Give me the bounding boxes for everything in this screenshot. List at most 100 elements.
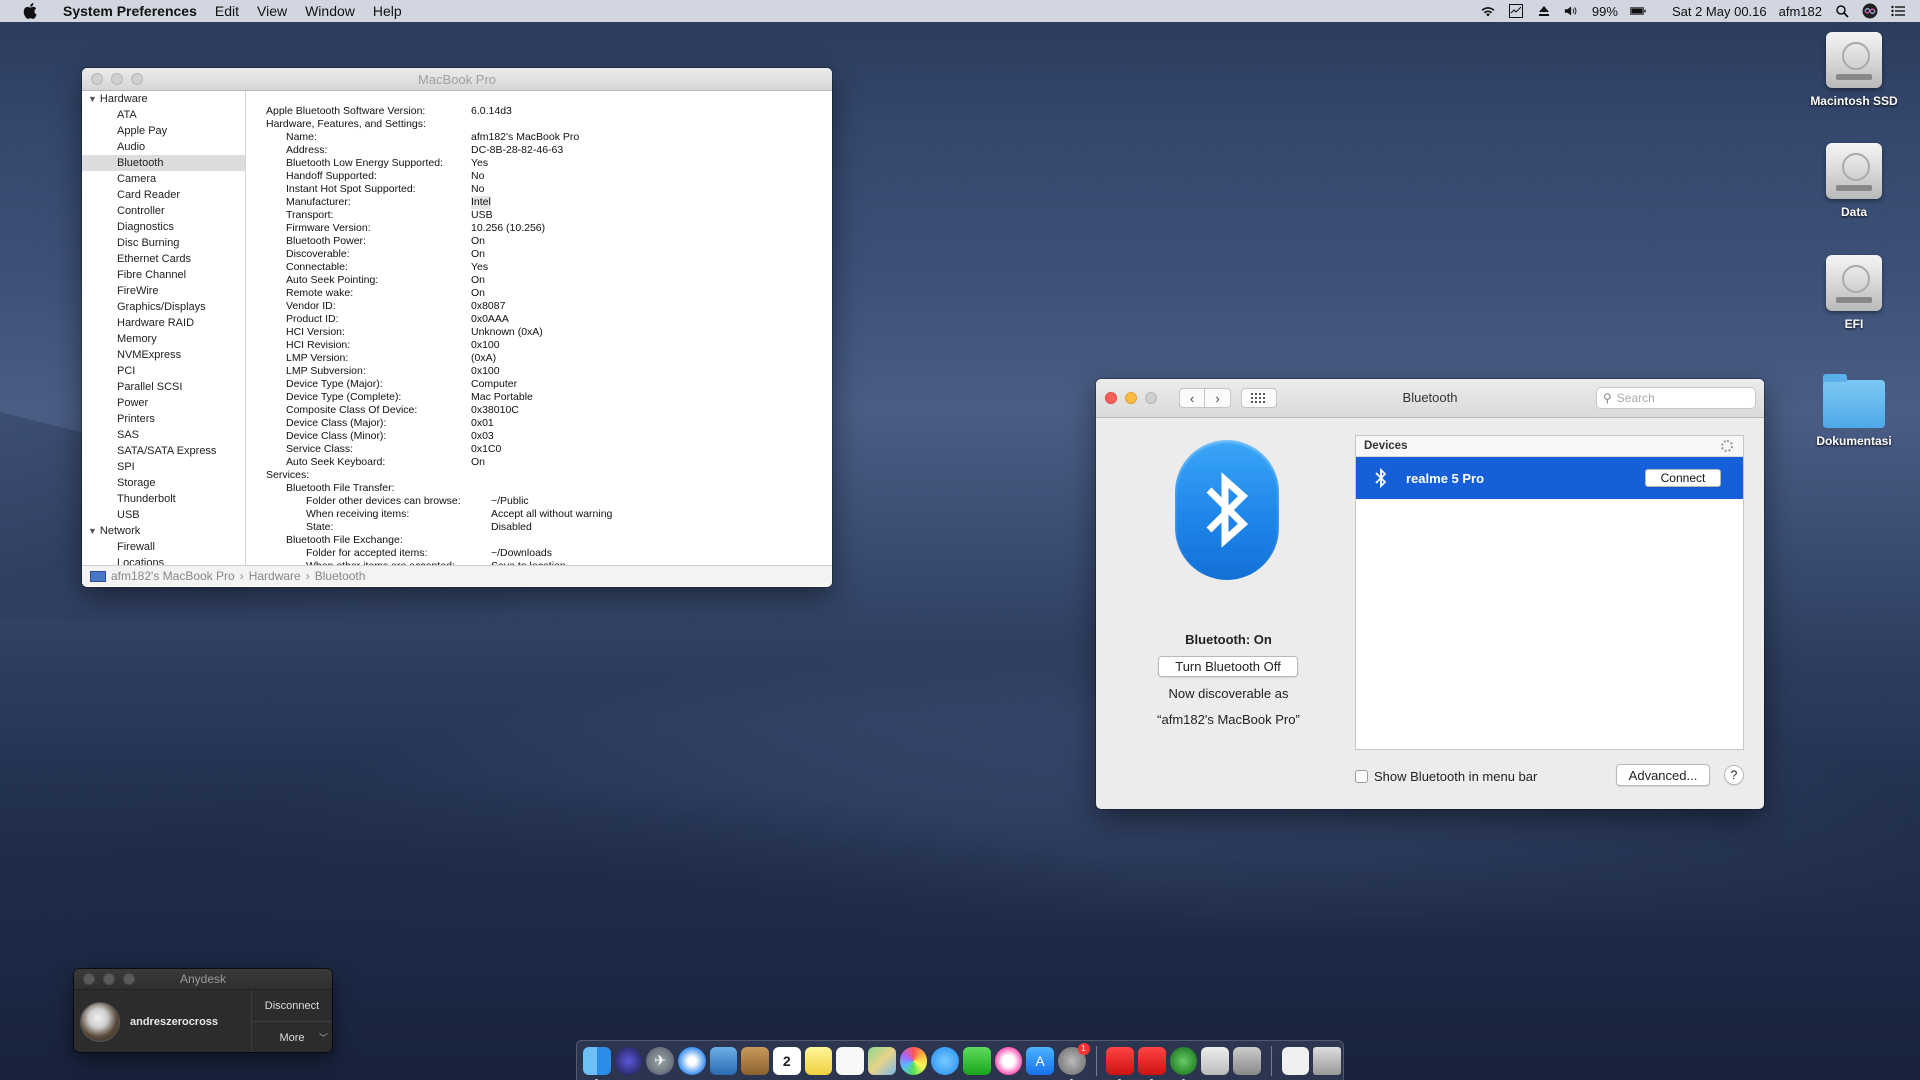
messages-icon[interactable]	[931, 1046, 959, 1075]
detail-value: Save to location	[491, 560, 566, 565]
sidebar-item-sas[interactable]: SAS	[82, 427, 245, 443]
preview-icon[interactable]	[709, 1046, 738, 1075]
calendar-icon[interactable]: 2	[772, 1046, 801, 1075]
siri-icon[interactable]	[614, 1046, 643, 1075]
reminders-icon[interactable]	[836, 1046, 864, 1075]
connect-button[interactable]: Connect	[1645, 469, 1721, 487]
contacts-icon[interactable]	[741, 1046, 769, 1075]
documents-stack-icon[interactable]	[1281, 1046, 1310, 1075]
minimize-button[interactable]	[103, 973, 115, 985]
zoom-button[interactable]	[123, 973, 135, 985]
wifi-icon[interactable]	[1480, 4, 1496, 18]
notification-center-icon[interactable]	[1890, 4, 1906, 18]
desktop-icon-dokumentasi[interactable]: Dokumentasi	[1799, 374, 1909, 448]
turn-bluetooth-off-button[interactable]: Turn Bluetooth Off	[1158, 656, 1298, 677]
close-button[interactable]	[83, 973, 95, 985]
disconnect-button[interactable]: Disconnect	[252, 990, 332, 1021]
eject-icon[interactable]	[1536, 4, 1552, 18]
sidebar-item-locations[interactable]: Locations	[82, 555, 245, 565]
sidebar-item-bluetooth[interactable]: Bluetooth	[82, 155, 245, 171]
breadcrumb-computer[interactable]: afm182's MacBook Pro	[111, 569, 235, 583]
desktop-icon-macintosh-ssd[interactable]: Macintosh SSD	[1799, 32, 1909, 108]
sidebar-item-firewall[interactable]: Firewall	[82, 539, 245, 555]
clock[interactable]: Sat 2 May 00.16	[1672, 4, 1767, 19]
script-editor-icon[interactable]	[1201, 1046, 1230, 1075]
show-in-menubar-checkbox[interactable]	[1355, 770, 1368, 783]
breadcrumb-hardware[interactable]: Hardware	[249, 569, 301, 583]
system-preferences-icon[interactable]: 1	[1057, 1042, 1090, 1080]
close-button[interactable]	[91, 73, 103, 85]
minimize-button[interactable]	[111, 73, 123, 85]
activity-monitor-icon[interactable]	[1169, 1046, 1198, 1080]
sidebar-group-hardware[interactable]: ▼ Hardware	[82, 91, 245, 107]
disclosure-triangle-icon[interactable]: ▼	[88, 526, 97, 536]
zoom-button[interactable]	[131, 73, 143, 85]
sidebar-item-audio[interactable]: Audio	[82, 139, 245, 155]
finder-icon[interactable]	[583, 1046, 611, 1080]
search-field[interactable]: ⚲ Search	[1596, 387, 1756, 409]
desktop-icon-data[interactable]: Data	[1799, 143, 1909, 219]
detail-key: When other items are accepted:	[266, 560, 491, 565]
sidebar-item-ata[interactable]: ATA	[82, 107, 245, 123]
battery-icon[interactable]	[1629, 4, 1646, 18]
volume-icon[interactable]	[1564, 4, 1580, 18]
photos-icon[interactable]	[899, 1046, 928, 1075]
utility-app-icon[interactable]	[1233, 1046, 1261, 1075]
sidebar-item-controller[interactable]: Controller	[82, 203, 245, 219]
more-button[interactable]: More ﹀	[252, 1021, 332, 1052]
sidebar-item-firewire[interactable]: FireWire	[82, 283, 245, 299]
spotlight-icon[interactable]	[1834, 4, 1850, 18]
apple-menu-icon[interactable]	[20, 3, 40, 19]
menu-window[interactable]: Window	[296, 3, 364, 19]
sidebar-item-fibre-channel[interactable]: Fibre Channel	[82, 267, 245, 283]
desktop-icon-efi[interactable]: EFI	[1799, 255, 1909, 331]
sidebar-item-card-reader[interactable]: Card Reader	[82, 187, 245, 203]
itunes-icon[interactable]	[994, 1046, 1023, 1075]
sidebar-item-spi[interactable]: SPI	[82, 459, 245, 475]
notes-icon[interactable]	[804, 1046, 833, 1075]
anydesk-session-icon[interactable]	[1138, 1046, 1166, 1080]
activity-monitor-icon[interactable]	[1508, 4, 1524, 18]
sidebar-item-nvmexpress[interactable]: NVMExpress	[82, 347, 245, 363]
breadcrumb-bluetooth[interactable]: Bluetooth	[315, 569, 366, 583]
anydesk-icon[interactable]	[1106, 1046, 1135, 1080]
sidebar-item-sata-sata-express[interactable]: SATA/SATA Express	[82, 443, 245, 459]
facetime-icon[interactable]	[962, 1046, 991, 1075]
sidebar-item-graphics-displays[interactable]: Graphics/Displays	[82, 299, 245, 315]
sidebar-item-camera[interactable]: Camera	[82, 171, 245, 187]
sidebar-item-diagnostics[interactable]: Diagnostics	[82, 219, 245, 235]
sysinfo-titlebar[interactable]: MacBook Pro	[82, 68, 832, 91]
sidebar-group-network[interactable]: ▼ Network	[82, 523, 245, 539]
menu-edit[interactable]: Edit	[206, 3, 248, 19]
sidebar-item-disc-burning[interactable]: Disc Burning	[82, 235, 245, 251]
siri-icon[interactable]	[1862, 3, 1878, 19]
help-button[interactable]: ?	[1724, 765, 1744, 785]
sidebar-item-ethernet-cards[interactable]: Ethernet Cards	[82, 251, 245, 267]
sidebar-item-storage[interactable]: Storage	[82, 475, 245, 491]
sidebar-item-power[interactable]: Power	[82, 395, 245, 411]
safari-icon[interactable]	[677, 1046, 706, 1075]
user-menu[interactable]: afm182	[1779, 4, 1822, 19]
maps-icon[interactable]	[867, 1046, 896, 1075]
sidebar-item-thunderbolt[interactable]: Thunderbolt	[82, 491, 245, 507]
bt-titlebar[interactable]: ‹ › Bluetooth ⚲ Search	[1096, 379, 1764, 418]
disclosure-triangle-icon[interactable]: ▼	[88, 94, 97, 104]
menu-help[interactable]: Help	[364, 3, 411, 19]
trash-icon[interactable]	[1313, 1046, 1342, 1075]
sidebar-item-apple-pay[interactable]: Apple Pay	[82, 123, 245, 139]
menu-view[interactable]: View	[248, 3, 296, 19]
show-in-menubar-option[interactable]: Show Bluetooth in menu bar	[1355, 769, 1537, 784]
launchpad-icon[interactable]: ✈	[646, 1046, 674, 1075]
anydesk-titlebar[interactable]: Anydesk	[74, 969, 332, 990]
advanced-button[interactable]: Advanced...	[1616, 764, 1710, 786]
menu-app-name[interactable]: System Preferences	[54, 3, 206, 19]
device-row[interactable]: realme 5 Pro Connect	[1356, 457, 1743, 499]
sidebar-item-parallel-scsi[interactable]: Parallel SCSI	[82, 379, 245, 395]
detail-row: Apple Bluetooth Software Version: 6.0.14d…	[266, 105, 832, 118]
sidebar-item-pci[interactable]: PCI	[82, 363, 245, 379]
sidebar-item-usb[interactable]: USB	[82, 507, 245, 523]
sidebar-item-hardware-raid[interactable]: Hardware RAID	[82, 315, 245, 331]
sidebar-item-memory[interactable]: Memory	[82, 331, 245, 347]
sidebar-item-printers[interactable]: Printers	[82, 411, 245, 427]
app-store-icon[interactable]: A	[1026, 1046, 1054, 1075]
